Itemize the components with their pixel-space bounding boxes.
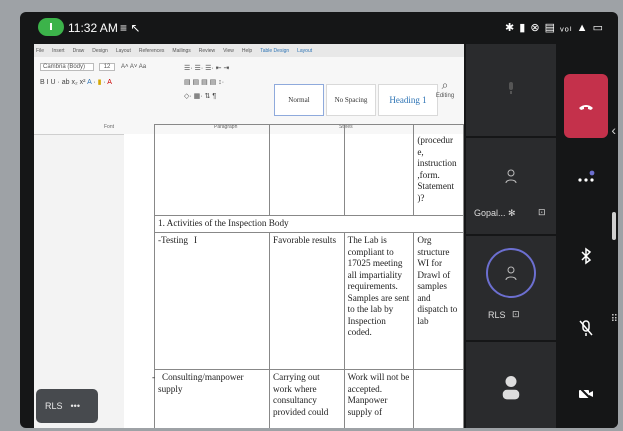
style-heading-1[interactable]: Heading 1 <box>378 84 438 116</box>
table-cell-control[interactable]: The Lab is compliant to 17025 meeting al… <box>343 232 415 370</box>
screen-share-icon: ⊡ <box>538 207 546 217</box>
presenter-chip[interactable]: RLS ••• <box>36 389 98 423</box>
phone-icon <box>50 23 52 30</box>
status-right-icons: ✱ ▮ ⊗ ▤ ᵥₒₗ ▲ ▭ <box>504 22 604 34</box>
fragment-line: )? <box>417 192 425 203</box>
bluetooth-audio-button[interactable] <box>564 234 608 278</box>
participant-tile[interactable] <box>466 342 556 428</box>
table-cell[interactable] <box>153 124 271 216</box>
ongoing-call-pill[interactable] <box>38 18 64 36</box>
table-cell[interactable] <box>343 124 415 216</box>
document-page[interactable]: (procedur e, instruction ,form. Statemen… <box>124 124 464 428</box>
tab-file[interactable]: File <box>36 48 44 54</box>
activity-text: -Testing <box>158 235 188 245</box>
fragment-line: ,form. <box>417 169 440 180</box>
section-title[interactable]: 1. Activities of the Inspection Body <box>154 215 464 233</box>
activity-text: Consulting/manpower supply <box>158 372 244 394</box>
table-cell-activity[interactable]: - Consulting/manpower supply <box>152 369 271 428</box>
tab-design[interactable]: Design <box>92 48 108 54</box>
fragment-line: e, <box>417 146 424 157</box>
tab-view[interactable]: View <box>223 48 234 54</box>
fragment-line: (procedur <box>417 135 454 145</box>
impartiality-table: (procedur e, instruction ,form. Statemen… <box>152 124 464 428</box>
table-cell-control[interactable]: Work will not be accepted. Manpower supp… <box>343 369 415 428</box>
more-dots-icon[interactable]: ••• <box>71 401 80 411</box>
presenter-name: RLS <box>45 401 63 411</box>
more-icon <box>578 170 595 182</box>
text-cursor-icon: Ι <box>193 235 198 245</box>
font-grow-shrink[interactable]: A˄ A˅ Aa <box>121 64 146 70</box>
mic-off-icon <box>579 320 593 336</box>
mic-off-icon <box>509 82 513 94</box>
fragment-line: instruction <box>417 158 457 168</box>
style-no-spacing[interactable]: No Spacing <box>326 84 376 116</box>
editing-label: Editing <box>435 93 455 99</box>
align-buttons[interactable]: ▤ ▤ ▤ ▤ ↕· <box>184 78 224 86</box>
style-normal[interactable]: Normal <box>274 84 324 116</box>
camera-button[interactable] <box>564 372 608 416</box>
table-cell[interactable] <box>269 124 345 216</box>
table-cell-fragment[interactable]: (procedur e, instruction ,form. Statemen… <box>413 124 464 216</box>
group-font-label: Font <box>104 124 115 130</box>
tab-references[interactable]: References <box>139 48 165 54</box>
status-bar: 11:32 AM ≡ ↖ ✱ ▮ ⊗ ▤ ᵥₒₗ ▲ ▭ <box>20 12 618 44</box>
tab-table-layout[interactable]: Layout <box>297 48 312 54</box>
font-name-select[interactable]: Cambria (Body) <box>40 63 95 71</box>
editing-group[interactable]: ⌕ Editing <box>430 78 460 99</box>
screen-share-icon: ⊡ <box>512 309 520 319</box>
table-cell-result[interactable]: Favorable results <box>269 232 345 370</box>
tab-draw[interactable]: Draw <box>73 48 85 54</box>
list-buttons[interactable]: ☰· ☰· ☰· ⇤ ⇥ <box>184 64 229 72</box>
chevron-left-icon[interactable]: ‹ <box>611 122 616 138</box>
participant-tile-rls[interactable]: RLS ⊡ <box>466 236 556 340</box>
participant-tile[interactable] <box>466 44 556 136</box>
participant-tile-gopal[interactable]: Gopal... ✻ ⊡ <box>466 138 556 234</box>
clock: 11:32 AM <box>68 21 118 35</box>
person-icon <box>505 266 517 281</box>
tab-insert[interactable]: Insert <box>52 48 65 54</box>
status-left-icons: ≡ ↖ <box>120 21 141 35</box>
fragment-line: Statement <box>417 181 455 191</box>
font-format-buttons[interactable]: B I U · ab x₂ x² A · ▮ · A <box>40 78 112 86</box>
bluetooth-icon <box>581 247 592 265</box>
phone-screen: 11:32 AM ≡ ↖ ✱ ▮ ⊗ ▤ ᵥₒₗ ▲ ▭ File Insert… <box>20 12 618 428</box>
ribbon-tabs: File Insert Draw Design Layout Reference… <box>34 44 464 57</box>
shared-word-document: File Insert Draw Design Layout Reference… <box>34 44 464 428</box>
sort-buttons[interactable]: ◇· ▦· ⇅ ¶ <box>184 92 216 100</box>
more-options-button[interactable] <box>564 156 608 200</box>
tab-review[interactable]: Review <box>199 48 215 54</box>
table-cell-result[interactable]: Carrying out work where consultancy prov… <box>269 369 345 428</box>
mute-button[interactable] <box>564 306 608 350</box>
person-icon <box>502 376 520 400</box>
word-ribbon: File Insert Draw Design Layout Reference… <box>34 44 464 135</box>
call-controls <box>556 44 618 428</box>
participant-name: RLS <box>488 310 506 320</box>
participant-name: Gopal... ✻ <box>474 208 516 218</box>
font-controls: Cambria (Body) 12 A˄ A˅ Aa <box>40 63 146 71</box>
table-cell-activity[interactable]: -Testing Ι <box>153 232 271 370</box>
grid-dots-icon[interactable]: ⠿ <box>611 314 618 325</box>
search-icon: ⌕ <box>441 78 449 92</box>
side-handle[interactable] <box>612 212 616 240</box>
device-frame: 11:32 AM ≡ ↖ ✱ ▮ ⊗ ▤ ᵥₒₗ ▲ ▭ File Insert… <box>0 0 623 431</box>
tab-mailings[interactable]: Mailings <box>172 48 190 54</box>
end-call-button[interactable] <box>564 74 608 138</box>
tab-help[interactable]: Help <box>242 48 252 54</box>
video-off-icon <box>578 386 594 402</box>
tab-table-design[interactable]: Table Design <box>260 48 289 54</box>
hang-up-icon <box>579 105 593 110</box>
font-size-select[interactable]: 12 <box>98 63 116 71</box>
person-icon <box>505 169 517 184</box>
table-cell-reference[interactable] <box>413 369 464 428</box>
tab-layout[interactable]: Layout <box>116 48 131 54</box>
table-cell-reference[interactable]: Org structure WI for Drawl of samples an… <box>413 232 464 370</box>
